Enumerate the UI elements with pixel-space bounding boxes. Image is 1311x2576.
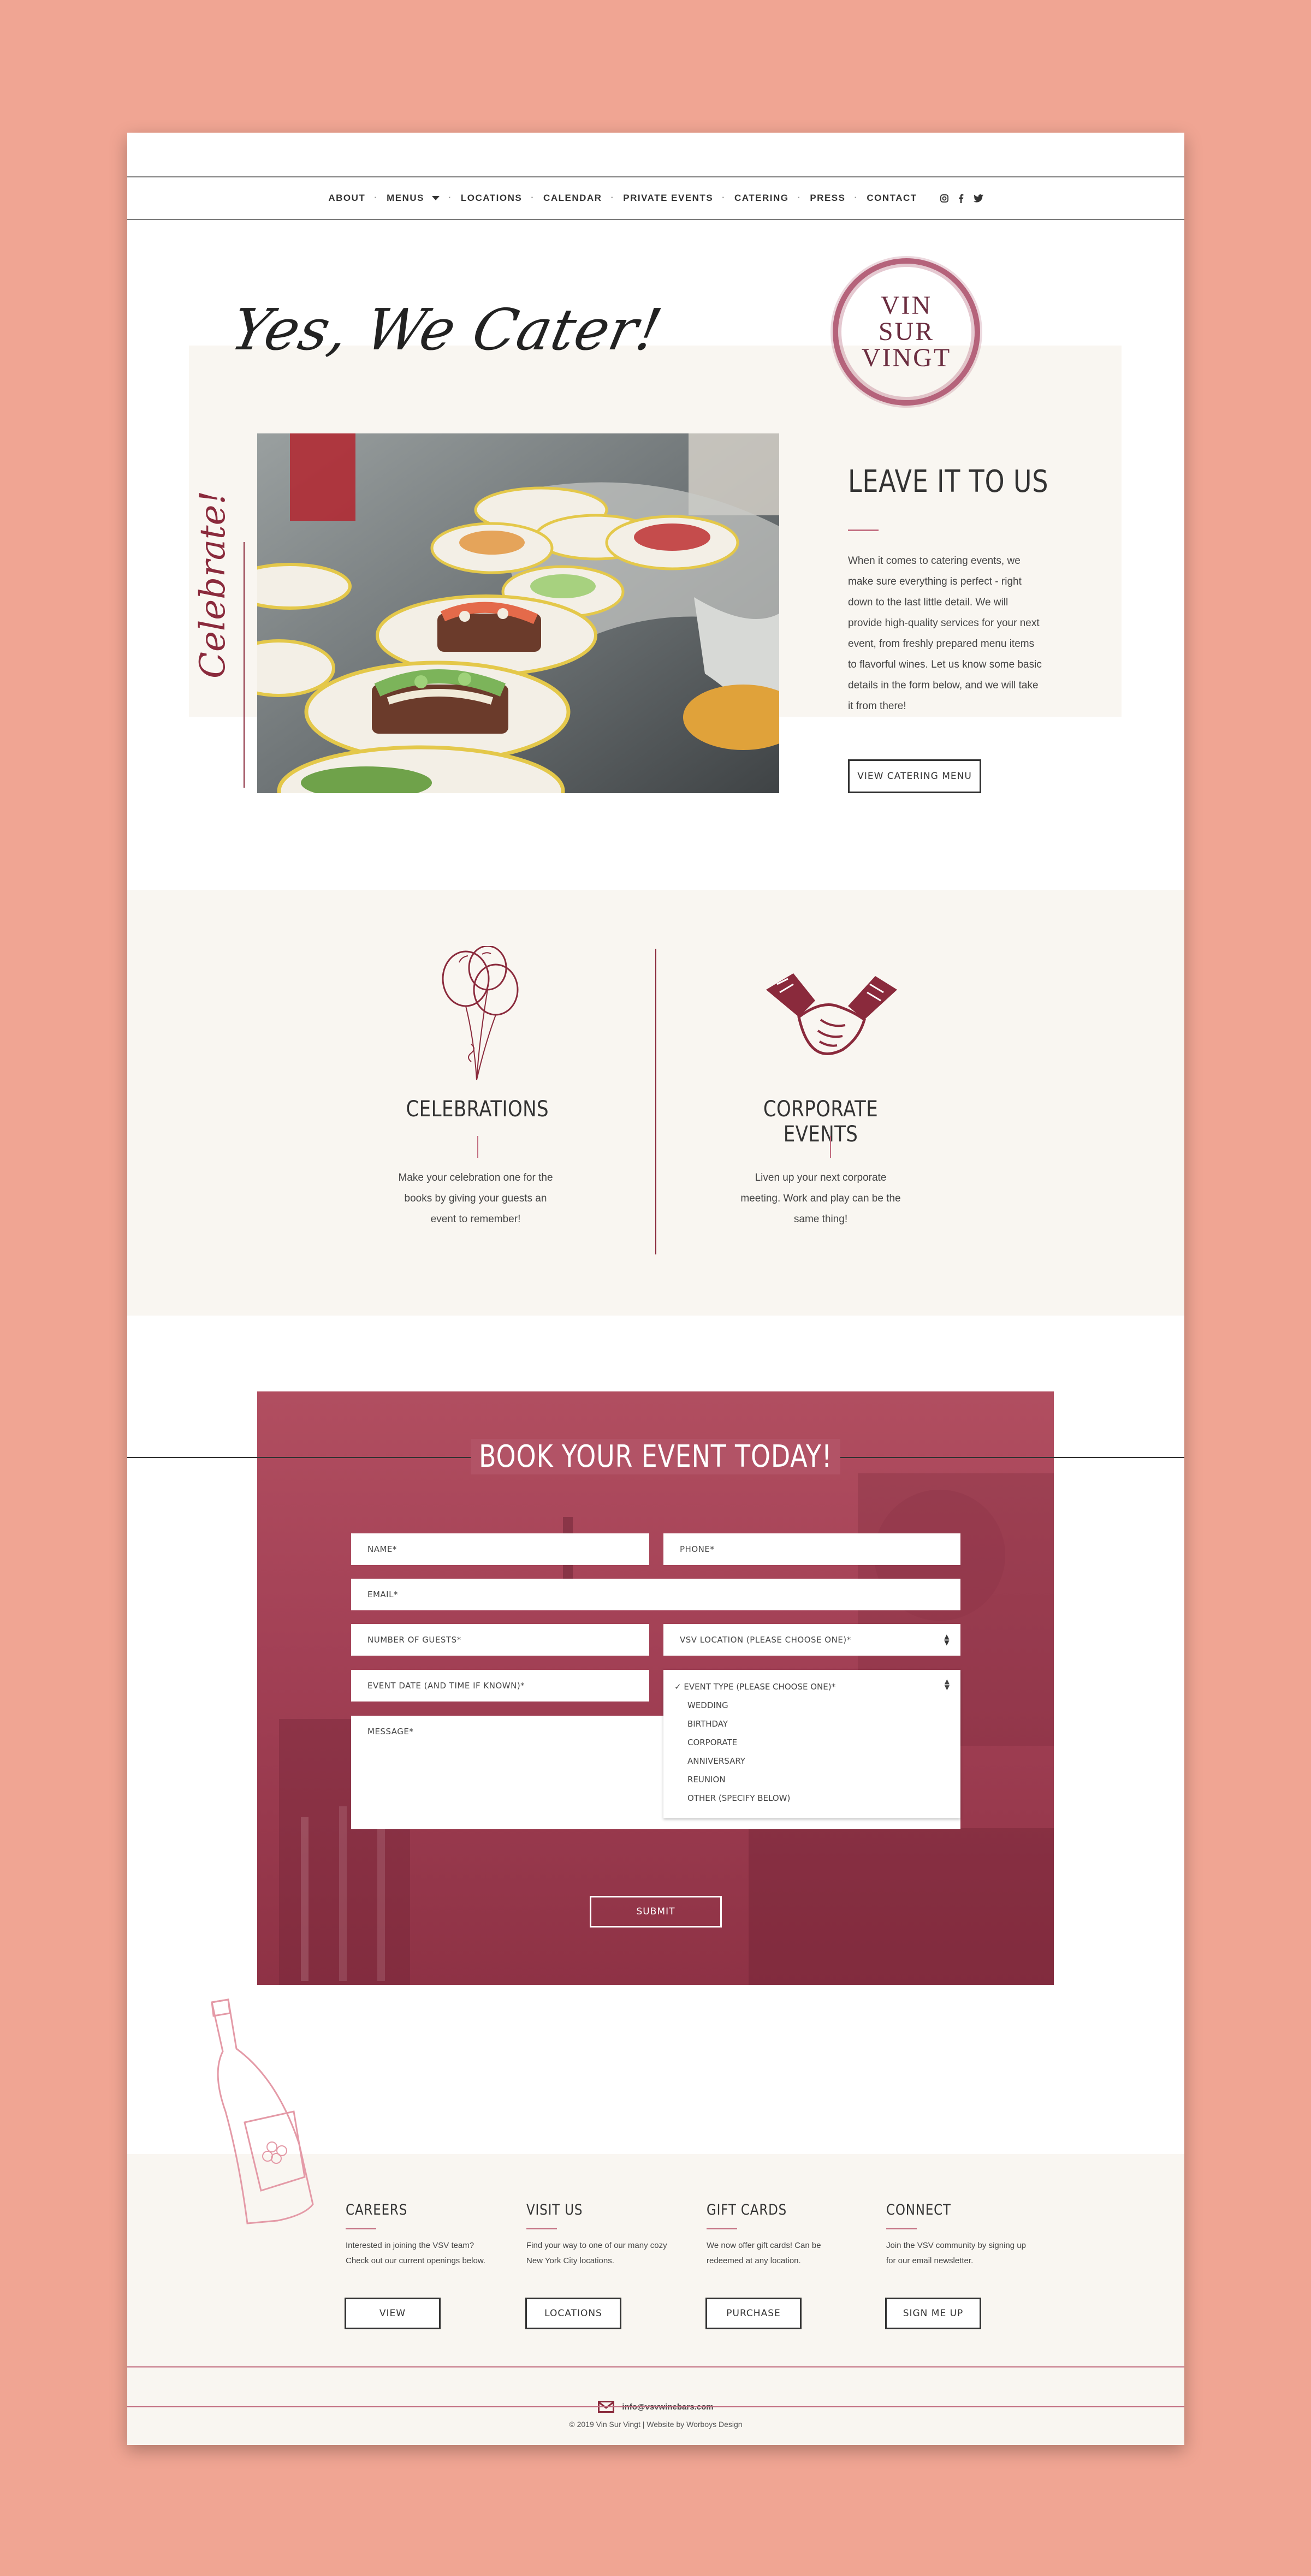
booking-title-wrap: BOOK YOUR EVENT TODAY!	[471, 1438, 841, 1474]
food-illustration	[257, 433, 779, 793]
nav-bottom-rule	[127, 219, 1184, 220]
booking-title: BOOK YOUR EVENT TODAY!	[471, 1438, 841, 1474]
gift-cards-text: We now offer gift cards! Can be redeemed…	[707, 2241, 821, 2265]
instagram-icon[interactable]	[940, 194, 948, 203]
event-type-option[interactable]: Other (specify below)	[674, 1789, 960, 1807]
twitter-icon[interactable]	[973, 194, 983, 203]
nav-press[interactable]: Press	[810, 193, 845, 204]
vin-sur-vingt-logo[interactable]: VIN SUR VINGT	[833, 258, 980, 406]
celebrations-title: CELEBRATIONS	[406, 1097, 549, 1122]
email-field[interactable]: Email*	[351, 1579, 960, 1610]
connect-title: Connect	[886, 2202, 951, 2218]
nav-separator: ·	[854, 193, 858, 203]
event-date-field[interactable]: Event Date (and time if known)*	[351, 1670, 649, 1702]
event-type-option[interactable]: Birthday	[674, 1715, 960, 1733]
nav-menus[interactable]: Menus	[387, 193, 440, 204]
purchase-button[interactable]: Purchase	[705, 2298, 802, 2329]
careers-view-button[interactable]: View	[345, 2298, 441, 2329]
leave-it-to-us-heading: LEAVE IT TO US	[848, 464, 1049, 499]
heading-accent-dash	[848, 530, 879, 531]
copyright-text: © 2019 Vin Sur Vingt | Website by Worboy…	[569, 2420, 743, 2429]
nav-about[interactable]: About	[328, 193, 365, 204]
nav-contact[interactable]: Contact	[867, 193, 917, 204]
corporate-events-title: CORPORATE EVENTS	[763, 1097, 879, 1147]
view-catering-menu-button[interactable]: View Catering Menu	[848, 759, 981, 793]
connect-accent	[886, 2228, 917, 2229]
services-divider	[655, 949, 656, 1254]
event-type-option[interactable]: Anniversary	[674, 1752, 960, 1770]
wine-bottle-illustration	[211, 1998, 314, 2224]
nav-catering[interactable]: Catering	[734, 193, 789, 204]
select-arrows-icon: ▲ ▼	[944, 1633, 950, 1646]
careers-text: Interested in joining the VSV team? Chec…	[346, 2241, 485, 2265]
submit-button[interactable]: Submit	[590, 1896, 722, 1927]
celebrations-accent	[477, 1136, 478, 1158]
checkmark-icon: ✓	[674, 1682, 684, 1692]
select-arrows-icon: ▲ ▼	[944, 1677, 950, 1691]
celebrate-script: Celebrate!	[193, 490, 233, 679]
visit-us-text: Find your way to one of our many cozy Ne…	[526, 2241, 667, 2265]
handshake-icon	[766, 973, 897, 1055]
gift-cards-accent	[707, 2228, 737, 2229]
visit-us-title: Visit Us	[526, 2202, 583, 2218]
nav-menus-label: Menus	[387, 193, 425, 203]
event-type-option-label: Event Type (Please choose one)*	[684, 1682, 836, 1692]
vsv-location-select[interactable]: VSV Location (Please choose one)* ▲ ▼	[663, 1624, 960, 1656]
nav-separator: ·	[448, 193, 452, 203]
balloons-icon	[442, 946, 519, 1080]
visit-us-column: Visit Us Find your way to one of our man…	[526, 2202, 668, 2269]
event-type-dropdown[interactable]: ▲ ▼ ✓ Event Type (Please choose one)* Wed…	[663, 1670, 960, 1818]
careers-column: Careers Interested in joining the VSV te…	[346, 2202, 488, 2269]
catering-description: When it comes to catering events, we mak…	[848, 555, 1042, 712]
footer-bottom-rule	[127, 2406, 1184, 2407]
corporate-events-accent	[830, 1136, 831, 1158]
sign-me-up-button[interactable]: Sign Me Up	[885, 2298, 981, 2329]
event-type-option[interactable]: Reunion	[674, 1770, 960, 1789]
nav-separator: ·	[797, 193, 802, 203]
hero-script-title: Yes, We Cater!	[226, 296, 668, 363]
catering-food-photo	[257, 433, 779, 793]
nav-locations[interactable]: Locations	[461, 193, 522, 204]
facebook-icon[interactable]	[958, 194, 964, 203]
gift-cards-column: Gift Cards We now offer gift cards! Can …	[707, 2202, 849, 2269]
main-nav: About · Menus · Locations · Calendar · P…	[127, 177, 1184, 219]
chevron-down-icon	[432, 196, 440, 200]
event-type-option[interactable]: Corporate	[674, 1733, 960, 1752]
event-type-option[interactable]: Wedding	[674, 1696, 960, 1715]
event-type-option-selected[interactable]: ✓ Event Type (Please choose one)*	[674, 1677, 960, 1696]
footer-top-rule	[127, 2366, 1184, 2367]
connect-text: Join the VSV community by signing up for…	[886, 2241, 1026, 2265]
gift-cards-title: Gift Cards	[707, 2202, 787, 2218]
page: About · Menus · Locations · Calendar · P…	[127, 133, 1184, 2445]
nav-separator: ·	[531, 193, 535, 203]
number-of-guests-field[interactable]: Number of Guests*	[351, 1624, 649, 1656]
celebrate-rule	[244, 542, 245, 788]
locations-button[interactable]: Locations	[525, 2298, 621, 2329]
careers-accent	[346, 2228, 376, 2229]
logo-line: VIN	[880, 291, 933, 320]
connect-column: Connect Join the VSV community by signin…	[886, 2202, 1028, 2269]
celebrations-text: Make your celebration one for the books …	[398, 1172, 553, 1225]
nav-calendar[interactable]: Calendar	[543, 193, 602, 204]
social-links	[940, 194, 983, 203]
logo-line: SUR	[878, 317, 935, 346]
nav-separator: ·	[374, 193, 378, 203]
nav-private-events[interactable]: Private Events	[623, 193, 713, 204]
phone-field[interactable]: Phone*	[663, 1533, 960, 1565]
visit-us-accent	[526, 2228, 557, 2229]
corporate-events-text: Liven up your next corporate meeting. Wo…	[740, 1172, 901, 1225]
vsv-location-label: VSV Location (Please choose one)*	[680, 1635, 851, 1645]
logo-line: VINGT	[861, 343, 952, 372]
nav-separator: ·	[610, 193, 615, 203]
nav-separator: ·	[722, 193, 726, 203]
name-field[interactable]: Name*	[351, 1533, 649, 1565]
careers-title: Careers	[346, 2202, 408, 2218]
